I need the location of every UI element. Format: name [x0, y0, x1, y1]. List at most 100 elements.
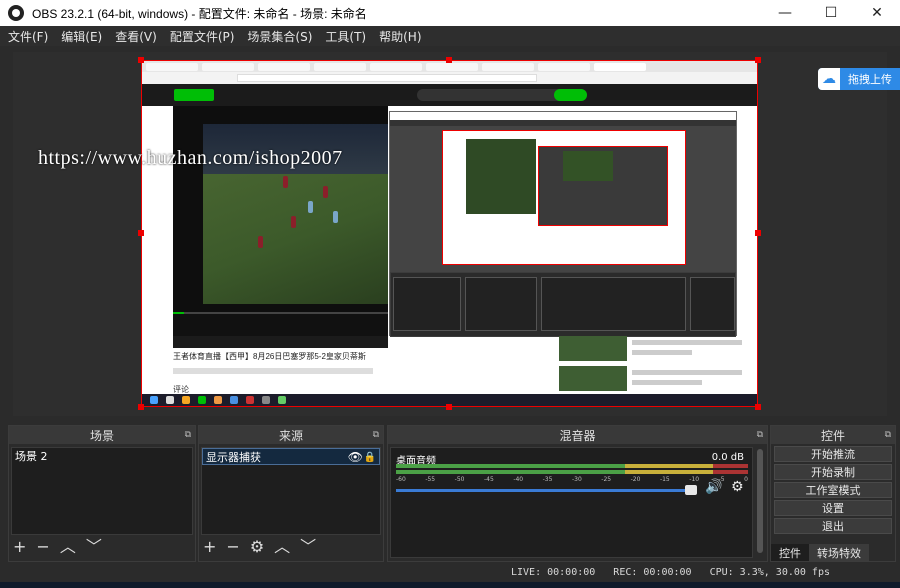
captured-video-player	[173, 106, 388, 336]
add-scene-button[interactable]: +	[13, 539, 26, 555]
move-up-icon[interactable]: ︿	[60, 539, 76, 555]
resize-handle-bc[interactable]	[446, 404, 452, 410]
tick-label: -35	[542, 476, 553, 483]
status-bar: LIVE: 00:00:00 REC: 00:00:00 CPU: 3.3%, …	[0, 562, 900, 582]
title-bar[interactable]: OBS 23.2.1 (64-bit, windows) - 配置文件: 未命名…	[0, 0, 900, 26]
visibility-eye-icon[interactable]: 👁	[348, 449, 363, 466]
move-up-icon[interactable]: ︿	[274, 539, 290, 555]
sources-list[interactable]: 显示器捕获 👁 🔒	[201, 447, 381, 535]
resize-handle-mr[interactable]	[755, 230, 761, 236]
cloud-icon: ☁	[818, 68, 840, 90]
maximize-button[interactable]: ☐	[808, 0, 854, 26]
tick-label: -20	[630, 476, 641, 483]
float-dock-icon[interactable]: ⧉	[373, 430, 379, 440]
desktop-strip	[0, 582, 900, 588]
obs-window: OBS 23.2.1 (64-bit, windows) - 配置文件: 未命名…	[0, 0, 900, 588]
float-dock-icon[interactable]: ⧉	[185, 430, 191, 440]
captured-video-title: 王者体育直播【西甲】8月26日巴塞罗那5-2皇家贝蒂斯	[173, 352, 366, 361]
window-title: OBS 23.2.1 (64-bit, windows) - 配置文件: 未命名…	[32, 6, 367, 21]
source-properties-gear-icon[interactable]: ⚙	[250, 539, 264, 555]
mixer-header: 混音器 ⧉	[388, 426, 767, 444]
tick-label: -10	[689, 476, 700, 483]
mixer-gear-icon[interactable]: ⚙	[731, 479, 744, 495]
move-down-icon[interactable]: ﹀	[300, 539, 316, 555]
tab-controls[interactable]: 控件	[771, 544, 809, 561]
studio-mode-button[interactable]: 工作室模式	[774, 482, 892, 498]
menu-file[interactable]: 文件(F)	[8, 28, 48, 45]
resize-handle-br[interactable]	[755, 404, 761, 410]
sources-header: 来源 ⧉	[199, 426, 383, 444]
resize-handle-tc[interactable]	[446, 57, 452, 63]
rec-timer: REC: 00:00:00	[613, 566, 692, 578]
tick-label: -15	[659, 476, 670, 483]
scenes-dock: 场景 ⧉ 场景 2 + − ︿ ﹀	[8, 425, 196, 562]
tick-label: -50	[454, 476, 465, 483]
level-meter-left	[396, 464, 748, 468]
preview-canvas[interactable]: 王者体育直播【西甲】8月26日巴塞罗那5-2皇家贝蒂斯 评论	[141, 60, 758, 407]
controls-tabs: 控件 转场特效	[771, 544, 869, 561]
sources-dock: 来源 ⧉ 显示器捕获 👁 🔒 + − ⚙ ︿ ﹀	[198, 425, 384, 562]
menu-help[interactable]: 帮助(H)	[379, 28, 421, 45]
move-down-icon[interactable]: ﹀	[86, 539, 102, 555]
minimize-button[interactable]: —	[762, 0, 808, 26]
resize-handle-tr[interactable]	[755, 57, 761, 63]
captured-site-header	[142, 84, 757, 106]
menu-edit[interactable]: 编辑(E)	[61, 28, 102, 45]
close-button[interactable]: ✕	[854, 0, 900, 26]
sources-toolbar: + − ⚙ ︿ ﹀	[203, 539, 326, 555]
live-timer: LIVE: 00:00:00	[511, 566, 596, 578]
volume-slider-handle[interactable]	[685, 485, 697, 495]
sources-title: 来源	[278, 428, 303, 443]
menu-bar: 文件(F) 编辑(E) 查看(V) 配置文件(P) 场景集合(S) 工具(T) …	[0, 26, 900, 46]
volume-slider[interactable]	[396, 489, 691, 492]
tick-label: -55	[425, 476, 436, 483]
controls-dock: 控件 ⧉ 开始推流 开始录制 工作室模式 设置 退出 控件 转场特效	[770, 425, 896, 562]
obs-logo-icon	[8, 5, 24, 21]
controls-title: 控件	[820, 428, 845, 443]
scene-item[interactable]: 场景 2	[12, 448, 192, 465]
captured-nested-obs	[389, 111, 737, 337]
upload-label: 拖拽上传	[848, 73, 892, 86]
upload-widget[interactable]: ☁ 拖拽上传	[818, 68, 900, 90]
cpu-fps: CPU: 3.3%, 30.00 fps	[709, 566, 830, 578]
resize-handle-bl[interactable]	[138, 404, 144, 410]
source-item[interactable]: 显示器捕获 👁 🔒	[202, 448, 380, 465]
mixer-scrollbar[interactable]	[755, 447, 765, 558]
captured-video-toolbar	[173, 336, 388, 348]
tick-label: -45	[483, 476, 494, 483]
menu-scene-collection[interactable]: 场景集合(S)	[247, 28, 312, 45]
float-dock-icon[interactable]: ⧉	[757, 430, 763, 440]
menu-profile[interactable]: 配置文件(P)	[170, 28, 235, 45]
mixer-panel: 桌面音频 0.0 dB -60 -55 -50 -45 -40 -35 -30 …	[390, 447, 753, 558]
tick-label: 0	[744, 476, 748, 483]
tick-label: -30	[571, 476, 582, 483]
speaker-icon[interactable]: 🔊	[705, 479, 722, 495]
remove-source-button[interactable]: −	[226, 539, 239, 555]
captured-recommendations	[559, 336, 757, 396]
scenes-list[interactable]: 场景 2	[11, 447, 193, 535]
tick-label: -60	[396, 476, 406, 483]
menu-view[interactable]: 查看(V)	[115, 28, 157, 45]
add-source-button[interactable]: +	[203, 539, 216, 555]
captured-address-bar	[142, 72, 757, 84]
channel-level: 0.0 dB	[711, 452, 744, 463]
start-streaming-button[interactable]: 开始推流	[774, 446, 892, 462]
exit-button[interactable]: 退出	[774, 518, 892, 534]
float-dock-icon[interactable]: ⧉	[885, 430, 891, 440]
meter-ticks: -60 -55 -50 -45 -40 -35 -30 -25 -20 -15 …	[396, 476, 748, 483]
settings-button[interactable]: 设置	[774, 500, 892, 516]
source-item-label: 显示器捕获	[206, 451, 261, 464]
watermark-text: https://www.huzhan.com/ishop2007	[38, 147, 343, 169]
start-recording-button[interactable]: 开始录制	[774, 464, 892, 480]
menu-tools[interactable]: 工具(T)	[325, 28, 366, 45]
resize-handle-ml[interactable]	[138, 230, 144, 236]
scenes-title: 场景	[89, 428, 114, 443]
resize-handle-tl[interactable]	[138, 57, 144, 63]
controls-header: 控件 ⧉	[771, 426, 895, 444]
lock-icon[interactable]: 🔒	[364, 449, 376, 466]
tick-label: -25	[601, 476, 612, 483]
scenes-header: 场景 ⧉	[9, 426, 195, 444]
remove-scene-button[interactable]: −	[36, 539, 49, 555]
level-meter-right	[396, 470, 748, 474]
tab-transitions[interactable]: 转场特效	[809, 544, 869, 561]
